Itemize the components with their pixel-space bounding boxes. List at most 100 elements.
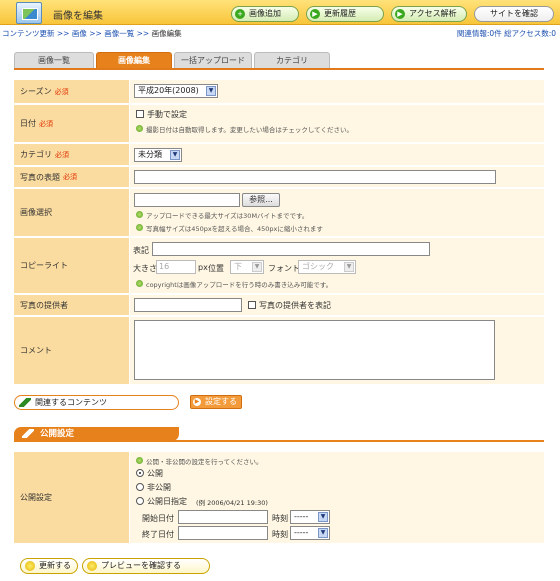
copyright-font-select[interactable]: ゴシック ▼ (298, 260, 356, 274)
breadcrumb-separator: >> (136, 29, 150, 38)
set-related-label: 設定する (205, 397, 237, 406)
add-image-button[interactable]: + 画像追加 (231, 6, 299, 22)
related-info[interactable]: 関連情報:0件 総アクセス数:0 (457, 28, 556, 39)
start-date-input[interactable] (178, 510, 268, 524)
pencil-icon (22, 429, 34, 438)
season-label: シーズン 必須 (14, 80, 129, 103)
copyright-position-label: 位置 (208, 264, 224, 273)
tab-image-edit[interactable]: 画像編集 (96, 52, 172, 68)
scheduled-radio[interactable] (136, 497, 144, 505)
related-content-button[interactable]: 関連するコンテンツ (14, 395, 179, 410)
photo-title-label-text: 写真の表題 (20, 172, 60, 182)
copyright-size-unit: px (198, 263, 208, 272)
start-time-label: 時刻 (272, 514, 288, 523)
provider-input[interactable] (134, 298, 242, 312)
plus-icon: + (235, 9, 245, 19)
arrow-icon: ▶ (395, 9, 405, 19)
provider-label: 写真の提供者 (14, 295, 129, 315)
date-label: 日付 必須 (14, 105, 129, 142)
tab-bulk-upload[interactable]: 一括アップロード (174, 52, 252, 68)
photo-title-value-cell (130, 167, 544, 187)
view-site-button[interactable]: サイトを確認 (474, 6, 554, 22)
tab-image-list[interactable]: 画像一覧 (14, 52, 94, 68)
update-history-button[interactable]: ▶ 更新履歴 (306, 6, 384, 22)
date-hint: 撮影日付は自動取得します。変更したい場合はチェックしてください。 (136, 124, 353, 134)
show-provider-checkbox-label: 写真の提供者を表記 (259, 301, 331, 310)
publish-label: 公開設定 (14, 452, 129, 543)
breadcrumb-current: 画像編集 (151, 29, 182, 38)
end-time-label: 時刻 (272, 530, 288, 539)
private-radio[interactable] (136, 483, 144, 491)
manual-date-checkbox-label: 手動で設定 (147, 110, 187, 119)
show-provider-checkbox[interactable] (248, 301, 256, 309)
start-time-select[interactable]: ----- ▼ (290, 510, 330, 524)
chevron-down-icon: ▼ (170, 150, 180, 160)
provider-value-cell: 写真の提供者を表記 (130, 295, 544, 315)
copyright-value-cell: 表記 大きさ 16 px 位置 下 ▼ フォント ゴシック ▼ copyrigh… (130, 238, 544, 293)
publish-section-title-text: 公開設定 (40, 429, 75, 439)
category-select[interactable]: 未分類 ▼ (134, 148, 182, 162)
publish-section-title: 公開設定 (14, 427, 179, 441)
date-row: 日付 必須 手動で設定 撮影日付は自動取得します。変更したい場合はチェックしてくだ… (14, 105, 544, 143)
copyright-size-label: 大きさ (133, 264, 157, 273)
public-radio[interactable] (136, 469, 144, 477)
browse-button[interactable]: 参照... (242, 193, 280, 207)
copyright-font-value: ゴシック (302, 262, 334, 271)
required-mark: 必須 (55, 150, 69, 159)
copyright-text-label: 表記 (133, 246, 149, 255)
category-value-cell: 未分類 ▼ (130, 144, 544, 165)
breadcrumb-separator: >> (56, 29, 70, 38)
season-row: シーズン 必須 平成20年(2008) ▼ (14, 80, 544, 104)
season-select[interactable]: 平成20年(2008) ▼ (134, 84, 218, 98)
image-width-hint: 写真幅サイズは450pxを超える場合、450pxに縮小されます (136, 223, 323, 233)
arrow-icon: ▶ (310, 9, 320, 19)
breadcrumb-link-image[interactable]: 画像 (72, 29, 87, 38)
date-value-cell: 手動で設定 撮影日付は自動取得します。変更したい場合はチェックしてください。 (130, 105, 544, 142)
category-row: カテゴリ 必須 未分類 ▼ (14, 144, 544, 166)
copyright-label: コピーライト (14, 238, 129, 293)
comment-row: コメント (14, 317, 544, 385)
breadcrumb-link-content-update[interactable]: コンテンツ更新 (2, 29, 55, 38)
breadcrumb-link-image-list[interactable]: 画像一覧 (104, 29, 134, 38)
comment-value-cell (130, 317, 544, 384)
preview-button[interactable]: プレビューを確認する (82, 558, 210, 574)
update-button-label: 更新する (39, 561, 71, 570)
tab-bar: 画像一覧 画像編集 一括アップロード カテゴリ (14, 52, 544, 70)
breadcrumb-separator: >> (89, 29, 102, 38)
end-date-label: 終了日付 (142, 530, 174, 539)
access-analysis-button[interactable]: ▶ アクセス解析 (391, 6, 467, 22)
comment-label: コメント (14, 317, 129, 384)
set-related-button[interactable]: ▶ 設定する (190, 395, 242, 409)
circle-icon (87, 561, 97, 571)
chevron-down-icon: ▼ (318, 528, 328, 538)
required-mark: 必須 (54, 87, 69, 96)
photo-title-row: 写真の表題 必須 (14, 167, 544, 188)
photo-title-input[interactable] (134, 170, 496, 184)
end-time-value: ----- (294, 528, 309, 537)
file-path-input[interactable] (134, 193, 240, 207)
arrow-icon: ▶ (193, 398, 201, 406)
required-mark: 必須 (63, 173, 77, 181)
season-select-value: 平成20年(2008) (138, 86, 199, 95)
access-analysis-label: アクセス解析 (409, 9, 457, 18)
copyright-size-input[interactable]: 16 (156, 260, 196, 274)
comment-textarea[interactable] (134, 320, 495, 380)
manual-date-checkbox[interactable] (136, 110, 144, 118)
category-select-value: 未分類 (138, 150, 162, 159)
scheduled-radio-label: 公開日指定 (147, 497, 187, 506)
image-size-hint: アップロードできる最大サイズは30Mバイトまでです。 (136, 210, 308, 220)
image-select-row: 画像選択 参照... アップロードできる最大サイズは30Mバイトまでです。 写真… (14, 189, 544, 237)
copyright-position-select[interactable]: 下 ▼ (230, 260, 264, 274)
update-button[interactable]: 更新する (20, 558, 78, 574)
photo-title-label: 写真の表題 必須 (14, 167, 129, 187)
copyright-font-label: フォント (268, 264, 300, 273)
copyright-row: コピーライト 表記 大きさ 16 px 位置 下 ▼ フォント ゴシック ▼ c… (14, 238, 544, 294)
tab-category[interactable]: カテゴリ (254, 52, 330, 68)
copyright-text-input[interactable] (152, 242, 430, 256)
image-app-icon (16, 2, 42, 24)
end-date-input[interactable] (178, 526, 268, 540)
image-select-label: 画像選択 (14, 189, 129, 236)
category-label: カテゴリ 必須 (14, 144, 129, 165)
date-label-text: 日付 (20, 119, 36, 128)
end-time-select[interactable]: ----- ▼ (290, 526, 330, 540)
